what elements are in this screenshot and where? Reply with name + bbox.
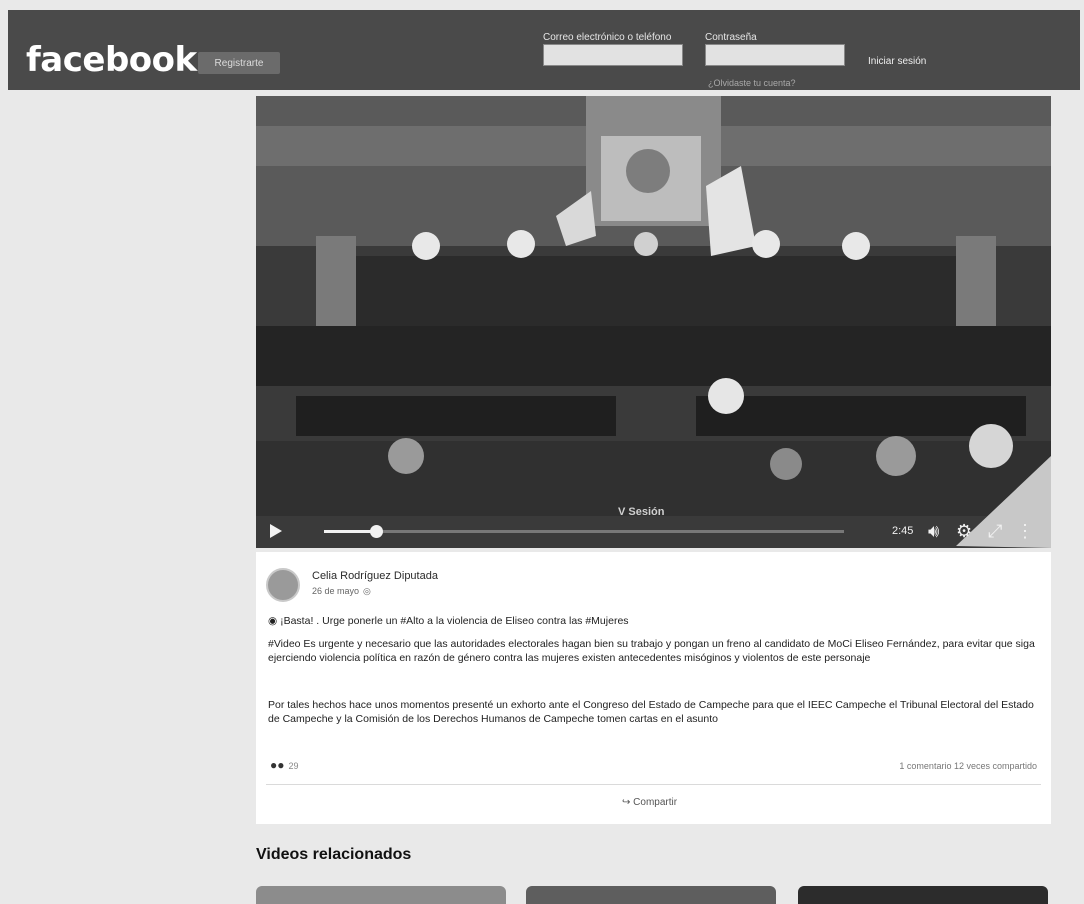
password-label: Contraseña <box>705 32 757 43</box>
video-player[interactable]: V Sesión 2:45 🔊︎ ⚙ ⤢ ⋮ <box>256 96 1051 548</box>
related-video-thumbnail[interactable] <box>798 886 1048 904</box>
related-videos-heading: Videos relacionados <box>256 846 412 863</box>
facebook-logo[interactable]: facebook <box>26 40 197 80</box>
related-video-thumbnail[interactable] <box>526 886 776 904</box>
post-headline-text: ¡Basta! . Urge ponerle un #Alto a la vio… <box>280 615 629 627</box>
post-date[interactable]: 26 de mayo ◎ <box>312 586 371 597</box>
reaction-count: 29 <box>288 761 299 771</box>
more-options-icon[interactable]: ⋮ <box>1016 521 1034 542</box>
reactions[interactable]: ●● 29 <box>270 758 299 772</box>
volume-icon[interactable]: 🔊︎ <box>928 521 939 542</box>
settings-gear-icon[interactable]: ⚙ <box>956 521 972 542</box>
email-label: Correo electrónico o teléfono <box>543 32 672 43</box>
related-video-thumbnail[interactable] <box>256 886 506 904</box>
progress-fill <box>324 530 376 533</box>
post-paragraph-2: Por tales hechos hace unos momentos pres… <box>268 699 1034 725</box>
post-stats[interactable]: 1 comentario 12 veces compartido <box>899 761 1037 771</box>
post-headline: ◉ ¡Basta! . Urge ponerle un #Alto a la v… <box>268 614 1040 628</box>
avatar[interactable] <box>266 568 300 602</box>
post-date-text: 26 de mayo <box>312 586 360 596</box>
password-input[interactable] <box>705 44 845 66</box>
video-controls: 2:45 🔊︎ ⚙ ⤢ ⋮ <box>256 514 1051 548</box>
email-input[interactable] <box>543 44 683 66</box>
fullscreen-icon[interactable]: ⤢ <box>988 521 1002 542</box>
top-navigation-bar: facebook Registrarte Correo electrónico … <box>8 10 1080 90</box>
forgot-account-link[interactable]: ¿Olvidaste tu cuenta? <box>708 78 796 88</box>
post-author[interactable]: Celia Rodríguez Diputada <box>312 570 438 582</box>
progress-bar[interactable] <box>324 525 844 538</box>
register-button[interactable]: Registrarte <box>198 52 280 74</box>
globe-icon: ◎ <box>363 586 371 596</box>
post-card: Celia Rodríguez Diputada 26 de mayo ◎ ◉ ¡… <box>256 552 1051 824</box>
post-paragraph-1: #Video Es urgente y necesario que las au… <box>268 638 1035 664</box>
share-button[interactable]: ↪ Compartir <box>622 797 677 808</box>
reaction-icons: ●● <box>270 758 285 772</box>
time-remaining: 2:45 <box>892 525 914 537</box>
play-icon[interactable] <box>270 524 282 538</box>
divider <box>266 784 1041 785</box>
video-frame-congress-hall <box>256 96 1051 548</box>
progress-knob[interactable] <box>370 525 383 538</box>
hand-icon: ◉ <box>268 615 278 627</box>
share-icon: ↪ <box>622 797 631 808</box>
login-button[interactable]: Iniciar sesión <box>868 56 926 67</box>
share-label: Compartir <box>633 797 678 808</box>
